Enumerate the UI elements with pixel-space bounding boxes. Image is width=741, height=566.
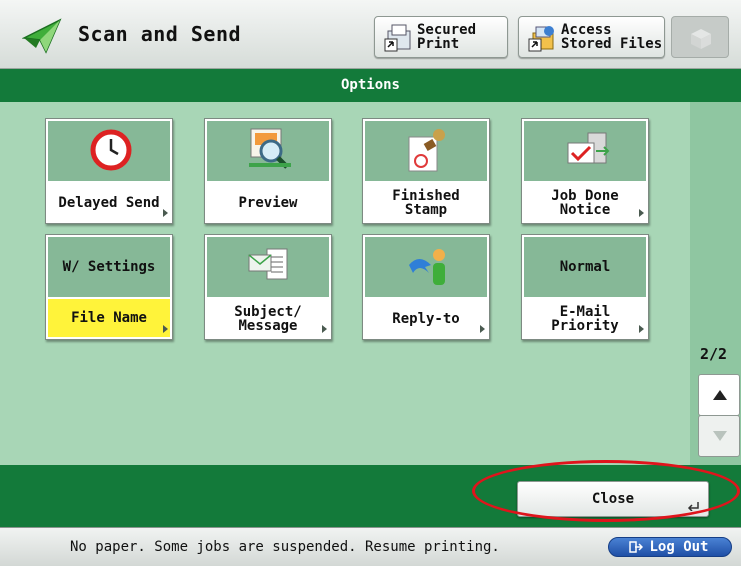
preview-tile[interactable]: Preview (204, 118, 332, 224)
page-up-button[interactable] (698, 374, 740, 416)
enter-icon (687, 502, 699, 511)
logout-icon (629, 541, 643, 553)
arrow-down-icon (713, 431, 727, 441)
tile-label: Preview (238, 195, 298, 211)
chevron-right-icon (480, 325, 485, 333)
tile-label: Job Done Notice (551, 188, 619, 218)
tile-icon-area (207, 121, 329, 181)
options-title: Options (340, 77, 400, 93)
chevron-right-icon (322, 325, 327, 333)
chevron-right-icon (639, 325, 644, 333)
tile-icon-area (48, 121, 170, 181)
close-button-label: Close (591, 491, 635, 507)
app-title: Scan and Send (78, 22, 242, 46)
paper-plane-icon (22, 18, 62, 54)
mail-check-icon (567, 132, 610, 164)
logout-label: Log Out (649, 539, 709, 555)
tile-icon-area (524, 121, 646, 181)
magnifier-icon (249, 128, 291, 169)
secured-print-button[interactable]: Secured Print (374, 16, 508, 58)
tile-label: Reply-to (392, 311, 460, 327)
secured-print-label: Secured Print (417, 22, 477, 52)
clock-icon (90, 129, 132, 171)
logout-button[interactable]: Log Out (608, 537, 732, 557)
tile-label: Subject/ Message (234, 304, 302, 334)
finished-stamp-tile[interactable]: Finished Stamp (362, 118, 490, 224)
tile-label: Finished Stamp (392, 188, 460, 218)
tile-setting-area: Normal (524, 237, 646, 297)
envelope-document-icon (248, 248, 288, 280)
disabled-header-button (671, 16, 729, 58)
chevron-right-icon (163, 209, 168, 217)
arrow-up-icon (713, 390, 727, 400)
chevron-right-icon (163, 325, 168, 333)
box-icon (691, 29, 711, 49)
status-bar: No paper. Some jobs are suspended. Resum… (0, 527, 741, 566)
header-bar: Scan and Send Secured Print Access Store… (0, 0, 741, 69)
tile-label: Delayed Send (58, 195, 160, 211)
close-button[interactable]: Close (517, 481, 709, 517)
file-name-tile[interactable]: W/ Settings File Name (45, 234, 173, 340)
reply-to-tile[interactable]: Reply-to (362, 234, 490, 340)
secured-print-icon (384, 24, 411, 52)
subject-message-tile[interactable]: Subject/ Message (204, 234, 332, 340)
chevron-right-icon (639, 209, 644, 217)
stamp-icon (408, 129, 445, 172)
job-done-notice-tile[interactable]: Job Done Notice (521, 118, 649, 224)
email-priority-setting: Normal (559, 259, 611, 275)
file-name-setting: W/ Settings (62, 259, 156, 275)
tile-setting-area: W/ Settings (48, 237, 170, 297)
options-panel: Delayed Send Preview Finished Stamp Job … (0, 102, 741, 465)
email-priority-tile[interactable]: Normal E-Mail Priority (521, 234, 649, 340)
reply-person-icon (409, 249, 445, 285)
stored-files-icon (528, 26, 554, 52)
action-bar: Close (0, 465, 741, 527)
tile-label: File Name (48, 299, 170, 337)
page-down-button (698, 415, 740, 457)
delayed-send-tile[interactable]: Delayed Send (45, 118, 173, 224)
options-title-bar: Options (0, 69, 741, 102)
tile-label: E-Mail Priority (551, 304, 619, 334)
status-message: No paper. Some jobs are suspended. Resum… (70, 539, 500, 555)
tile-icon-area (365, 237, 487, 297)
page-indicator: 2/2 (700, 345, 728, 363)
access-stored-files-label: Access Stored Files (561, 22, 663, 52)
access-stored-files-button[interactable]: Access Stored Files (518, 16, 665, 58)
tile-icon-area (207, 237, 329, 297)
tile-icon-area (365, 121, 487, 181)
